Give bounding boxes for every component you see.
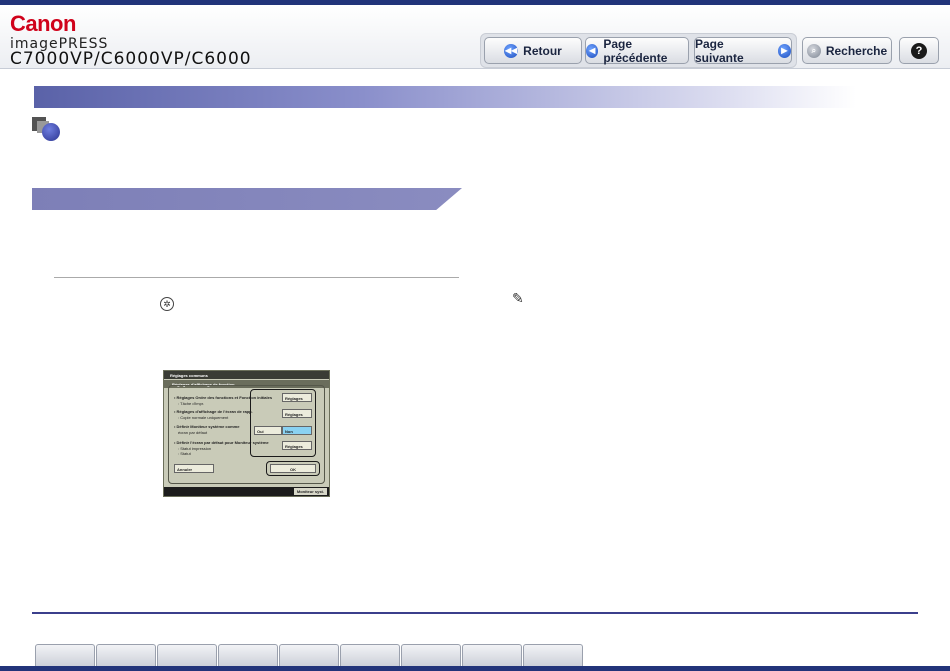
section-icon [32, 117, 62, 143]
back-button[interactable]: ◀◀ Retour [484, 37, 582, 64]
left-arrow-icon: ◀ [586, 43, 599, 58]
title-banner [34, 86, 856, 108]
search-icon: ⌕ [806, 43, 821, 58]
chapter-tab-4[interactable] [218, 644, 278, 668]
screen-monitor-button: Moniteur syst. [293, 488, 327, 495]
chapter-tab-6[interactable] [340, 644, 400, 668]
settings-gear-icon: ✲ [160, 297, 174, 311]
prev-page-button[interactable]: ◀ Page précédente [585, 36, 689, 65]
right-arrow-icon: ▶ [777, 43, 791, 58]
bottom-accent-bar [0, 666, 950, 671]
model-name: C7000VP/C6000VP/C6000 [10, 49, 252, 69]
screen-title: Réglages communs [164, 371, 329, 379]
canon-logo: Canon [10, 11, 76, 36]
chapter-tab-5[interactable] [279, 644, 339, 668]
next-label: Page suivante [695, 36, 744, 65]
footer-rule [32, 612, 918, 614]
screen-panel-frame [168, 385, 325, 484]
device-screen-illustration: Réglages communs Réglages d'affichage de… [163, 370, 330, 497]
rewind-icon: ◀◀ [504, 43, 519, 58]
subsection-bar [32, 188, 462, 210]
chapter-tab-3[interactable] [157, 644, 217, 668]
prev-label: Page précédente [603, 36, 668, 65]
chapter-tab-1[interactable] [35, 644, 95, 668]
divider [54, 277, 459, 278]
search-button[interactable]: ⌕ Recherche [802, 37, 892, 64]
help-icon: ? [911, 42, 927, 59]
search-label: Recherche [825, 43, 888, 58]
chapter-tab-8[interactable] [462, 644, 522, 668]
pencil-note-icon: ✎ [512, 290, 524, 306]
next-page-button[interactable]: Page suivante ▶ [694, 36, 792, 65]
chapter-tab-9[interactable] [523, 644, 583, 668]
chapter-tab-2[interactable] [96, 644, 156, 668]
help-button[interactable]: ? [899, 37, 939, 64]
header: Canon imagePRESS C7000VP/C6000VP/C6000 ◀… [0, 5, 950, 69]
back-label: Retour [523, 43, 562, 58]
chapter-tab-7[interactable] [401, 644, 461, 668]
